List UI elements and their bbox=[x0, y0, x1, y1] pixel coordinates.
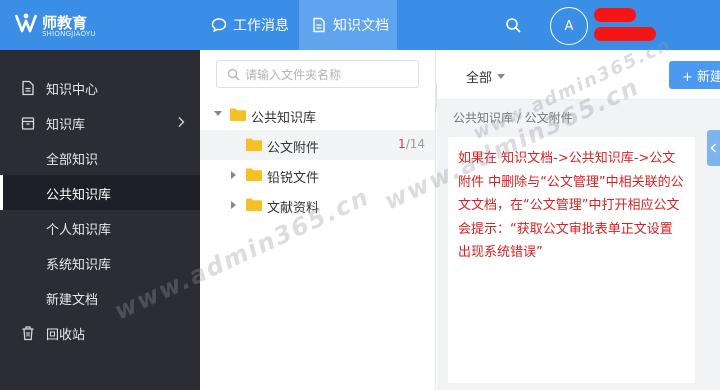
tree-node-public-library[interactable]: 公共知识库 bbox=[200, 100, 435, 130]
archive-box-icon bbox=[21, 117, 35, 130]
sidebar-item-knowledge-base[interactable]: 知识库 bbox=[0, 105, 200, 140]
filter-dropdown-label: 全部 bbox=[466, 71, 493, 86]
folder-search-box[interactable] bbox=[216, 60, 419, 88]
folder-icon bbox=[230, 108, 246, 121]
sidebar-item-all-knowledge[interactable]: 全部知识 bbox=[0, 140, 200, 175]
filter-dropdown[interactable]: 全部 bbox=[466, 67, 506, 86]
tab-work-messages-label: 工作消息 bbox=[233, 18, 289, 34]
sidebar-item-system-knowledge[interactable]: 系统知识库 bbox=[0, 245, 200, 280]
note-card: 如果在 知识文档->公共知识库->公文附件 中删除与“公文管理”中相关联的公文文… bbox=[448, 137, 695, 383]
sidebar-item-label: 系统知识库 bbox=[46, 258, 112, 273]
caret-right-icon[interactable] bbox=[231, 171, 236, 179]
folder-icon bbox=[246, 168, 262, 181]
avatar[interactable]: A bbox=[550, 7, 588, 45]
tree-node-ruixin-files[interactable]: 铅锐文件 bbox=[200, 160, 435, 190]
sidebar-item-label: 知识中心 bbox=[46, 83, 99, 98]
document-icon bbox=[22, 80, 34, 96]
tree-node-label: 公文附件 bbox=[267, 141, 320, 156]
sidebar: 知识中心 知识库 全部知识 公共知识库 个人知识库 系统知识库 新建文档 回收站 bbox=[0, 50, 200, 390]
chevron-left-icon bbox=[710, 143, 716, 153]
caret-right-icon[interactable] bbox=[231, 201, 236, 209]
folder-icon bbox=[246, 138, 262, 151]
folder-search-input[interactable] bbox=[245, 65, 415, 85]
note-text: 如果在 知识文档->公共知识库->公文附件 中删除与“公文管理”中相关联的公文文… bbox=[458, 151, 684, 260]
main-content: 全部 + 新建 公共知识库 / 公文附件 如果在 知识文档->公共知识库->公文… bbox=[437, 50, 720, 390]
folder-tree-panel: 公共知识库 公文附件 1/14 铅锐文件 文献资料 bbox=[200, 50, 436, 390]
logo-mark-icon bbox=[14, 13, 38, 33]
trash-icon bbox=[22, 326, 34, 341]
tab-work-messages[interactable]: 工作消息 bbox=[200, 0, 299, 50]
sidebar-item-recycle-bin[interactable]: 回收站 bbox=[0, 315, 200, 350]
tree-node-label: 公共知识库 bbox=[251, 111, 317, 126]
page-counter-total: /14 bbox=[405, 137, 425, 151]
sidebar-item-label: 回收站 bbox=[46, 328, 86, 343]
chevron-right-icon bbox=[178, 117, 185, 127]
sidebar-item-knowledge-center[interactable]: 知识中心 bbox=[0, 70, 200, 105]
search-icon bbox=[227, 68, 240, 81]
document-icon bbox=[313, 17, 325, 33]
caret-down-icon bbox=[497, 74, 506, 79]
redacted-username-line bbox=[594, 27, 656, 41]
sidebar-item-label: 知识库 bbox=[46, 118, 86, 133]
page-counter: 1/14 bbox=[398, 137, 425, 151]
tree-node-document-attachments[interactable]: 公文附件 1/14 bbox=[200, 130, 435, 160]
sidebar-item-label: 全部知识 bbox=[46, 153, 99, 168]
sidebar-item-label: 公共知识库 bbox=[46, 188, 112, 203]
sidebar-item-label: 个人知识库 bbox=[46, 223, 112, 238]
search-icon[interactable] bbox=[505, 17, 521, 33]
chat-bubble-icon bbox=[211, 18, 227, 33]
tree-node-literature[interactable]: 文献资料 bbox=[200, 190, 435, 220]
sidebar-item-public-knowledge[interactable]: 公共知识库 bbox=[0, 175, 200, 210]
logo: 师教育 SHIONGJIAOYU bbox=[12, 9, 122, 41]
caret-down-icon[interactable] bbox=[214, 111, 222, 116]
expand-side-tab[interactable] bbox=[707, 130, 720, 166]
sidebar-item-label: 新建文档 bbox=[46, 293, 99, 308]
sidebar-item-personal-knowledge[interactable]: 个人知识库 bbox=[0, 210, 200, 245]
folder-icon bbox=[246, 198, 262, 211]
redacted-username bbox=[594, 8, 636, 22]
tab-knowledge-docs[interactable]: 知识文档 bbox=[299, 0, 397, 50]
logo-subtitle: SHIONGJIAOYU bbox=[42, 30, 96, 38]
new-button[interactable]: + 新建 bbox=[669, 61, 720, 89]
tree-node-label: 文献资料 bbox=[267, 201, 320, 216]
page-counter-current: 1 bbox=[398, 137, 406, 151]
breadcrumb: 公共知识库 / 公文附件 bbox=[453, 111, 573, 125]
tab-knowledge-docs-label: 知识文档 bbox=[333, 18, 389, 34]
tree-node-label: 铅锐文件 bbox=[267, 171, 320, 186]
main-toolbar: 全部 + 新建 bbox=[437, 50, 720, 100]
top-bar: 师教育 SHIONGJIAOYU 工作消息 知识文档 A bbox=[0, 0, 720, 50]
sidebar-item-new-document[interactable]: 新建文档 bbox=[0, 280, 200, 315]
